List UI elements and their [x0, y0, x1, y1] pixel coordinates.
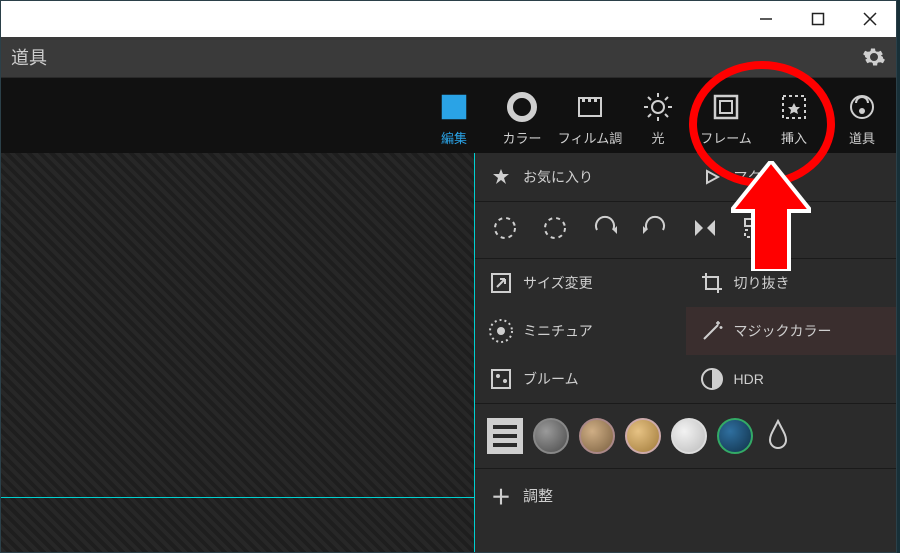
maximize-button[interactable]	[792, 1, 844, 37]
tab-label: カラー	[488, 128, 556, 147]
hdr-label: HDR	[734, 371, 764, 387]
play-icon	[698, 163, 726, 191]
favorites-button[interactable]: お気に入り	[475, 153, 686, 201]
miniature-icon	[487, 317, 515, 345]
swatch-5[interactable]	[717, 418, 753, 454]
gear-icon[interactable]	[862, 45, 886, 69]
flip-vertical-icon[interactable]	[739, 212, 771, 244]
rotate-row	[475, 202, 896, 258]
tab-tool[interactable]: 道具	[828, 90, 896, 153]
close-button[interactable]	[844, 1, 896, 37]
swatch-2[interactable]	[579, 418, 615, 454]
adjust-row[interactable]: ＋ 調整	[475, 468, 896, 522]
tab-label: 道具	[828, 128, 896, 147]
film-icon	[556, 90, 624, 124]
favorites-label: お気に入り	[523, 167, 593, 187]
crop-label: 切り抜き	[734, 273, 790, 293]
insert-icon	[760, 90, 828, 124]
flip-horizontal-icon[interactable]	[689, 212, 721, 244]
main-area: お気に入り マクロ	[1, 153, 896, 552]
bloom-icon	[487, 365, 515, 393]
rotate-cw-step-icon[interactable]	[589, 212, 621, 244]
tab-label: 挿入	[760, 128, 828, 147]
bloom-button[interactable]: ブルーム	[475, 355, 686, 403]
adjust-label: 調整	[523, 485, 553, 506]
edit-icon	[420, 90, 488, 124]
swatch-4[interactable]	[671, 418, 707, 454]
app-window: 道具 編集 カラー フィルム調	[0, 0, 897, 553]
minimize-button[interactable]	[740, 1, 792, 37]
crop-icon	[698, 269, 726, 297]
tab-light[interactable]: 光	[624, 90, 692, 153]
rotate-ccw-icon[interactable]	[489, 212, 521, 244]
tab-label: フィルム調	[556, 128, 624, 147]
crop-button[interactable]: 切り抜き	[686, 259, 897, 307]
tab-label: 光	[624, 128, 692, 147]
miniature-label: ミニチュア	[523, 321, 593, 341]
canvas-area[interactable]	[1, 153, 474, 552]
bloom-label: ブルーム	[523, 369, 579, 389]
frame-icon	[692, 90, 760, 124]
rotate-cw-icon[interactable]	[539, 212, 571, 244]
resize-button[interactable]: サイズ変更	[475, 259, 686, 307]
macro-button[interactable]: マクロ	[686, 153, 897, 201]
menu-title: 道具	[11, 44, 47, 70]
resize-icon	[487, 269, 515, 297]
resize-label: サイズ変更	[523, 273, 593, 293]
tool-icon	[828, 90, 896, 124]
tab-label: フレーム	[692, 128, 760, 147]
hdr-icon	[698, 365, 726, 393]
star-icon	[487, 163, 515, 191]
tab-edit[interactable]: 編集	[420, 90, 488, 153]
side-panel: お気に入り マクロ	[475, 153, 896, 552]
light-icon	[624, 90, 692, 124]
color-icon	[488, 90, 556, 124]
swatch-list-button[interactable]	[487, 418, 523, 454]
macro-label: マクロ	[734, 167, 776, 187]
magicwand-icon	[698, 317, 726, 345]
magic-color-button[interactable]: マジックカラー	[686, 307, 897, 355]
toolbar-tabs: 編集 カラー フィルム調	[1, 78, 896, 154]
tab-frame[interactable]: フレーム	[692, 90, 760, 153]
tab-insert[interactable]: 挿入	[760, 90, 828, 153]
droplet-icon[interactable]	[767, 419, 789, 454]
menu-bar: 道具	[1, 37, 896, 78]
magic-label: マジックカラー	[734, 321, 832, 341]
plus-icon: ＋	[491, 481, 511, 510]
tab-color[interactable]: カラー	[488, 90, 556, 153]
swatch-1[interactable]	[533, 418, 569, 454]
rotate-ccw-step-icon[interactable]	[639, 212, 671, 244]
miniature-button[interactable]: ミニチュア	[475, 307, 686, 355]
tab-label: 編集	[420, 128, 488, 147]
hdr-button[interactable]: HDR	[686, 355, 897, 403]
swatch-row	[475, 403, 896, 468]
swatch-3[interactable]	[625, 418, 661, 454]
window-titlebar	[1, 1, 896, 37]
tab-film[interactable]: フィルム調	[556, 90, 624, 153]
